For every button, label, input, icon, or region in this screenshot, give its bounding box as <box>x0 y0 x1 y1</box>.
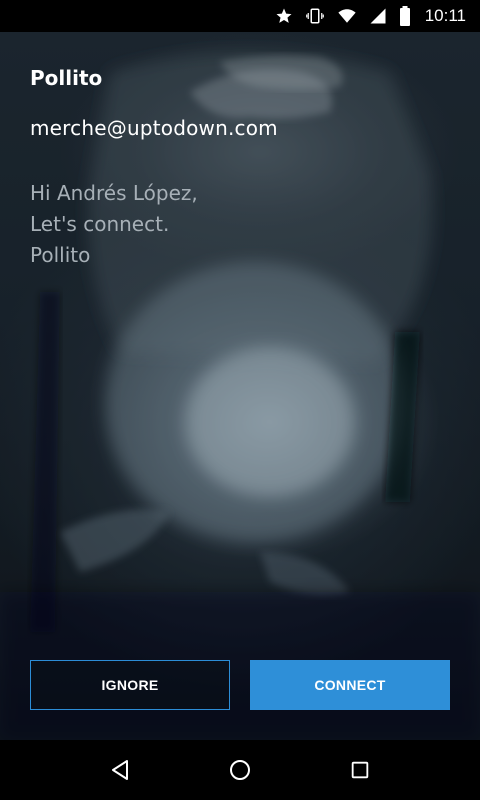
connect-button[interactable]: CONNECT <box>250 660 450 710</box>
message-line: Let's connect. <box>30 212 170 236</box>
invite-screen: Pollito merche@uptodown.com Hi Andrés Ló… <box>0 32 480 740</box>
status-time: 10:11 <box>424 6 466 25</box>
status-bar: 10:11 <box>0 0 480 32</box>
signal-icon <box>369 0 387 32</box>
invite-message: Hi Andrés López, Let's connect. Pollito <box>30 178 450 271</box>
vibrate-icon <box>305 0 325 32</box>
home-icon[interactable] <box>210 740 270 800</box>
star-icon <box>275 0 293 32</box>
wifi-icon <box>337 0 357 32</box>
recents-icon[interactable] <box>330 740 390 800</box>
back-icon[interactable] <box>90 740 150 800</box>
contact-name: Pollito <box>30 66 103 90</box>
battery-icon <box>399 0 411 32</box>
navigation-bar <box>0 740 480 800</box>
ignore-button[interactable]: IGNORE <box>30 660 230 710</box>
message-line: Pollito <box>30 243 91 267</box>
message-line: Hi Andrés López, <box>30 181 198 205</box>
contact-email: merche@uptodown.com <box>30 116 278 140</box>
